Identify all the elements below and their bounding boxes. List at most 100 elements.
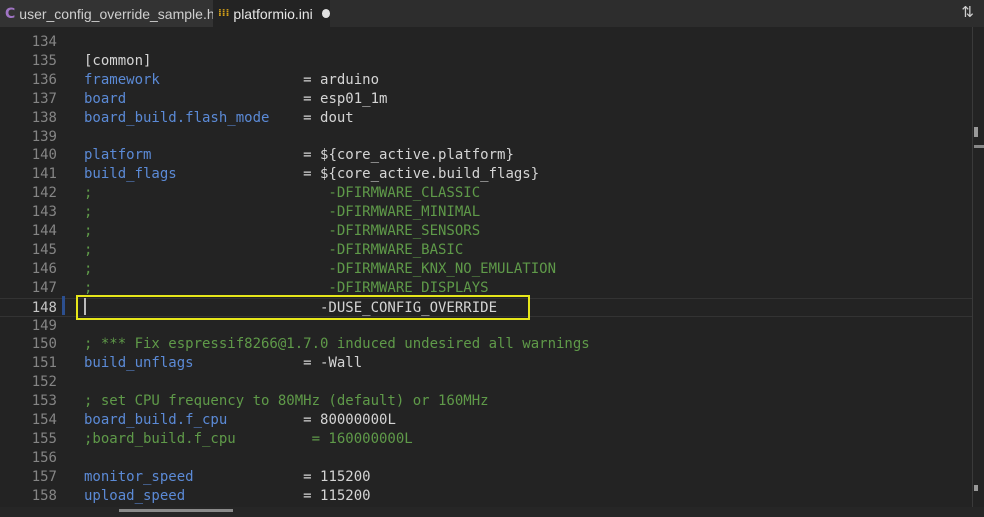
line-content: ; -DFIRMWARE_CLASSIC [84,184,480,203]
line-number: 153 [31,393,57,410]
code-line[interactable]: 137 board = esp01_1m [0,90,972,109]
config-value: = dout [269,109,354,126]
line-number: 150 [31,336,57,353]
comment: ; -DFIRMWARE_MINIMAL [84,204,481,221]
comment: ; -DFIRMWARE_BASIC [84,241,464,258]
code-line[interactable]: 134 [0,33,972,52]
config-value: = arduino [159,71,380,88]
config-key: build_unflags [84,355,194,372]
line-content: ; -DFIRMWARE_SENSORS [84,222,480,241]
line-content: ; -DFIRMWARE_BASIC [84,241,463,260]
code-line[interactable]: 158 upload_speed = 115200 [0,487,972,506]
line-content: build_flags = ${core_active.build_flags} [84,165,539,184]
c-file-icon: C [5,5,16,22]
tab-label: user_config_override_sample.h [19,5,215,22]
line-number: 140 [31,147,57,164]
code-line[interactable]: 156 [0,449,972,468]
line-number: 155 [31,430,57,447]
config-value: = ${core_active.platform} [151,147,514,164]
line-content: board_build.flash_mode = dout [84,109,354,128]
config-key: board_build.flash_mode [84,109,270,126]
line-number: 145 [31,241,57,258]
code-line[interactable]: 146 ; -DFIRMWARE_KNX_NO_EMULATION [0,260,972,279]
horizontal-scrollbar-thumb[interactable] [119,509,233,512]
tab-platformio-ini[interactable]: ⁞⁞⁞ platformio.ini [213,0,330,27]
comment: ; -DFIRMWARE_SENSORS [84,223,481,239]
code-line[interactable]: 150 ; *** Fix espressif8266@1.7.0 induced… [0,335,972,354]
line-content: ; -DFIRMWARE_MINIMAL [84,203,480,222]
code-line[interactable]: 139 [0,128,972,147]
code-line[interactable]: 153 ; set CPU frequency to 80MHz (default… [0,392,972,411]
line-content: build_unflags = -Wall [84,354,362,373]
line-content: [common] [84,52,151,71]
code-line[interactable]: 140 platform = ${core_active.platform} [0,146,972,165]
sync-changes-icon[interactable]: ⇅ [961,3,974,21]
config-key: build_flags [84,166,177,183]
modified-line-gutter-marker [62,296,65,315]
vertical-scrollbar[interactable] [972,27,984,507]
cursor-position-marker [974,145,984,148]
comment: ; *** Fix espressif8266@1.7.0 induced un… [84,336,590,353]
highlight-box [76,295,530,320]
code-line[interactable]: 145 ; -DFIRMWARE_BASIC [0,241,972,260]
code-line[interactable]: 157 monitor_speed = 115200 [0,468,972,487]
config-value: = 80000000L [227,412,396,428]
code-line[interactable]: 138 board_build.flash_mode = dout [0,109,972,128]
line-content: ; set CPU frequency to 80MHz (default) o… [84,392,489,411]
code-line[interactable]: 136 framework = arduino [0,71,972,90]
config-key: framework [84,71,160,88]
line-content: board_build.f_cpu = 80000000L [84,411,396,430]
line-number: 142 [31,185,57,202]
config-key: board_build.f_cpu [84,412,228,428]
code-line[interactable]: 135 [common] [0,52,972,71]
unsaved-dot-icon[interactable] [321,9,330,18]
line-number: 152 [31,374,57,391]
line-number: 138 [31,109,57,126]
comment: ; set CPU frequency to 80MHz (default) o… [84,393,489,410]
line-content: ;board_build.f_cpu = 160000000L [84,430,413,449]
code-line[interactable]: 144 ; -DFIRMWARE_SENSORS [0,222,972,241]
tab-user-config-override-sample[interactable]: C user_config_override_sample.h [0,0,215,27]
line-number: 151 [31,355,57,372]
line-content: board = esp01_1m [84,90,387,109]
line-number: 134 [31,34,57,50]
line-number: 147 [31,279,57,296]
config-key: board [84,90,127,107]
line-number: 136 [31,71,57,88]
config-value: [common] [84,52,152,69]
config-key: platform [84,147,152,164]
line-number: 137 [31,90,57,107]
line-content: framework = arduino [84,71,379,90]
code-line[interactable]: 143 ; -DFIRMWARE_MINIMAL [0,203,972,222]
line-number: 144 [31,223,57,239]
line-number: 158 [31,487,57,504]
line-number: 149 [31,317,57,334]
line-number: 157 [31,468,57,485]
config-value: = -Wall [193,355,363,372]
tab-bar: C user_config_override_sample.h ⁞⁞⁞ plat… [0,0,984,27]
line-content: monitor_speed = 115200 [84,468,371,487]
config-value: = ${core_active.build_flags} [176,166,540,183]
scrollbar-marker [974,485,978,491]
code-editor[interactable]: 158 upload_speed = 115200 157 monitor_speed… [0,27,972,507]
comment: ; -DFIRMWARE_CLASSIC [84,185,481,202]
line-number: 146 [31,260,57,277]
line-content: platform = ${core_active.platform} [84,146,514,165]
code-line[interactable]: 151 build_unflags = -Wall [0,354,972,373]
line-content: ; -DFIRMWARE_KNX_NO_EMULATION [84,260,556,279]
ini-file-icon: ⁞⁞⁞ [218,8,230,19]
horizontal-scrollbar[interactable] [0,507,984,517]
tab-label: platformio.ini [233,5,313,22]
line-number: 143 [31,204,57,221]
code-line[interactable]: 152 [0,373,972,392]
code-line[interactable]: 141 build_flags = ${core_active.build_fla… [0,165,972,184]
line-number: 154 [31,412,57,428]
code-line[interactable]: 154 board_build.f_cpu = 80000000L [0,411,972,430]
line-content: ; *** Fix espressif8266@1.7.0 induced un… [84,335,590,354]
code-line[interactable]: 155 ;board_build.f_cpu = 160000000L [0,430,972,449]
scrollbar-thumb[interactable] [974,127,978,137]
line-number: 135 [31,52,57,69]
code-line[interactable]: 142 ; -DFIRMWARE_CLASSIC [0,184,972,203]
line-number: 139 [31,128,57,145]
comment: ; -DFIRMWARE_KNX_NO_EMULATION [84,260,557,277]
